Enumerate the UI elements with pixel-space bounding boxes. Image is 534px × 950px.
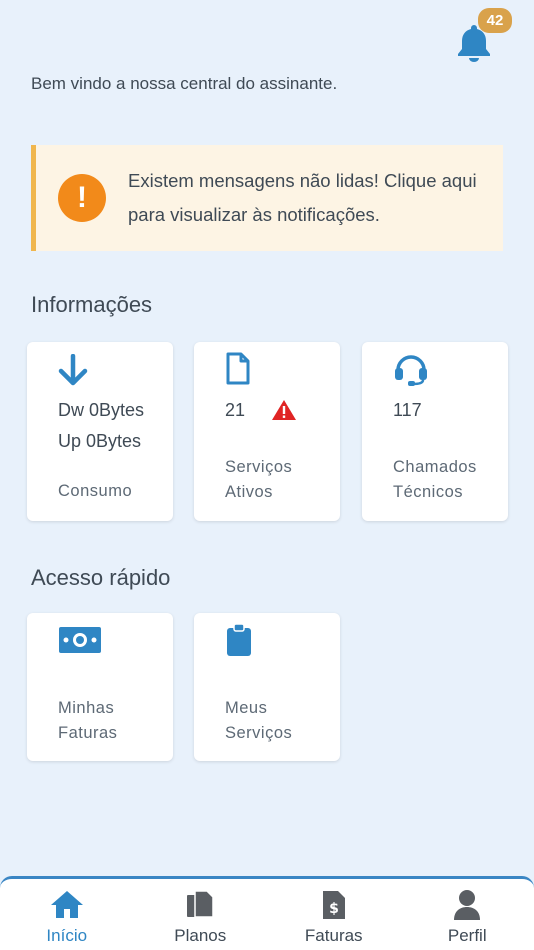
nav-inicio-label: Início xyxy=(46,926,88,945)
meus-servicos-label-1: Meus xyxy=(225,699,268,717)
faturas-label-2: Faturas xyxy=(58,724,118,742)
svg-text:$: $ xyxy=(329,901,339,917)
nav-faturas[interactable]: $ Faturas xyxy=(267,879,401,950)
upload-value: Up 0Bytes xyxy=(58,431,142,451)
info-section-title: Informações xyxy=(31,292,153,317)
download-arrow-icon xyxy=(58,354,88,386)
servicos-label-2: Ativos xyxy=(225,483,273,501)
nav-perfil[interactable]: Perfil xyxy=(401,879,534,950)
download-value: Dw 0Bytes xyxy=(58,400,145,420)
clipboard-icon xyxy=(227,623,251,656)
alert-text: Existem mensagens não lidas! Clique aqui… xyxy=(128,170,477,225)
warning-icon xyxy=(272,400,296,420)
unread-messages-alert[interactable]: ! Existem mensagens não lidas! Clique aq… xyxy=(31,145,503,251)
nav-planos-label: Planos xyxy=(174,926,227,945)
chamados-tecnicos-card[interactable]: 117 Chamados Técnicos xyxy=(362,342,508,521)
invoice-dollar-icon: $ xyxy=(322,891,345,919)
faturas-label-1: Minhas xyxy=(58,699,115,717)
document-icon xyxy=(226,352,250,385)
nav-perfil-label: Perfil xyxy=(447,926,487,945)
bottom-navigation: Início Planos $ Faturas Perfil xyxy=(0,876,534,950)
servicos-ativos-card[interactable]: 21 Serviços Ativos xyxy=(194,342,340,521)
nav-inicio[interactable]: Início xyxy=(0,879,134,950)
servicos-count: 21 xyxy=(225,400,246,420)
money-bill-icon xyxy=(59,627,101,653)
exclamation-icon: ! xyxy=(58,174,106,222)
consumo-card[interactable]: Dw 0Bytes Up 0Bytes Consumo xyxy=(27,342,173,521)
chamados-label-2: Técnicos xyxy=(393,483,464,501)
notification-count-badge: 42 xyxy=(478,8,512,33)
quick-access-title: Acesso rápido xyxy=(31,565,171,590)
nav-faturas-label: Faturas xyxy=(304,926,363,945)
consumo-label: Consumo xyxy=(58,482,133,500)
meus-servicos-label-2: Serviços xyxy=(225,724,293,742)
servicos-label-1: Serviços xyxy=(225,458,293,476)
chamados-label-1: Chamados xyxy=(393,458,477,476)
meus-servicos-card[interactable]: Meus Serviços xyxy=(194,613,340,761)
copy-documents-icon xyxy=(187,890,214,918)
notifications-button[interactable]: 42 xyxy=(454,8,512,64)
home-icon xyxy=(50,891,83,918)
minhas-faturas-card[interactable]: Minhas Faturas xyxy=(27,613,173,761)
user-icon xyxy=(454,890,481,920)
welcome-message: Bem vindo a nossa central do assinante. xyxy=(31,74,338,93)
headset-icon xyxy=(395,355,427,386)
chamados-count: 117 xyxy=(393,400,422,420)
nav-planos[interactable]: Planos xyxy=(134,879,268,950)
